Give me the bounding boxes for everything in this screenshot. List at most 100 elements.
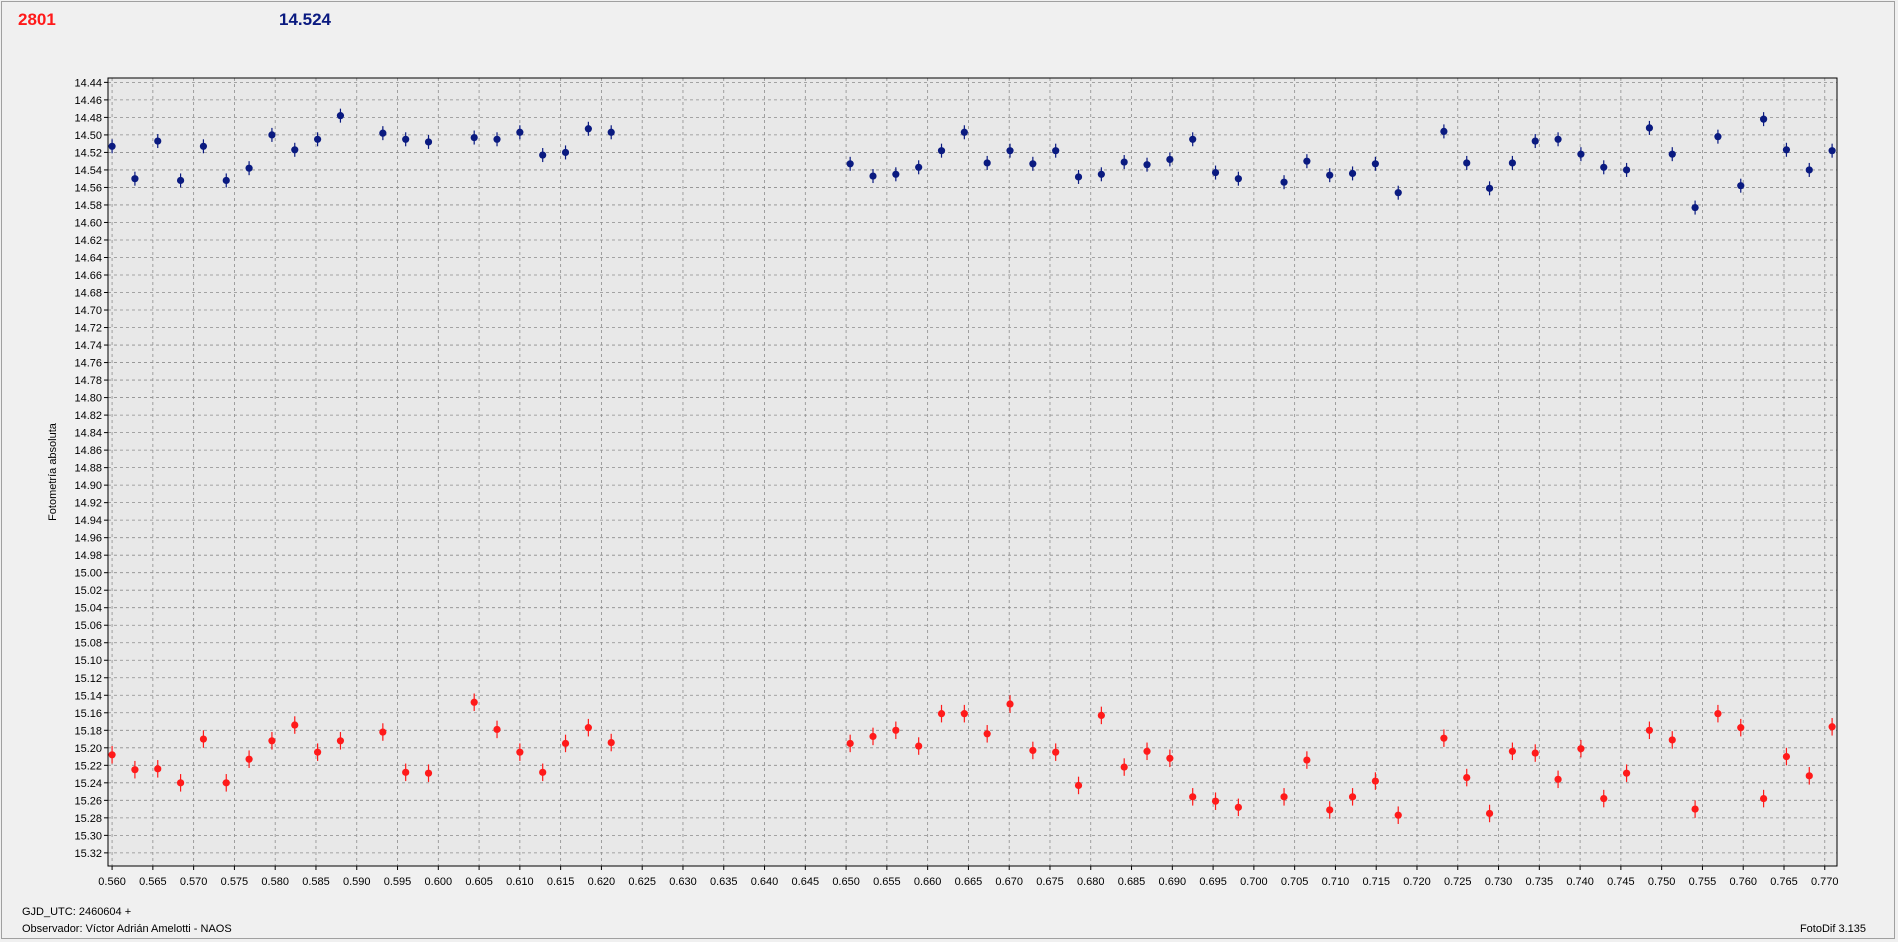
data-point (424, 769, 433, 777)
data-point (1600, 163, 1608, 171)
data-point (1097, 711, 1105, 720)
data-point (1737, 182, 1745, 190)
data-point (1006, 147, 1014, 155)
data-point (493, 135, 501, 143)
data-point (493, 725, 501, 734)
data-point (1440, 734, 1448, 742)
version-label: FotoDif 3.135 (1799, 923, 1866, 935)
x-tick-label: 0.740 (1566, 876, 1594, 888)
y-tick-label: 14.98 (74, 550, 102, 562)
data-point (1782, 752, 1791, 761)
data-point (1668, 736, 1676, 744)
data-point (1280, 793, 1288, 801)
data-point (108, 751, 116, 759)
data-point (1348, 169, 1357, 178)
data-point (1485, 184, 1494, 192)
data-point (1714, 710, 1722, 718)
data-point (176, 779, 185, 787)
y-tick-label: 15.00 (74, 568, 102, 580)
y-tick-label: 14.66 (74, 270, 102, 282)
x-tick-label: 0.770 (1811, 876, 1839, 888)
data-point (1303, 756, 1311, 764)
y-tick-label: 14.72 (74, 323, 102, 335)
x-tick-label: 0.690 (1159, 876, 1187, 888)
data-point (1508, 747, 1517, 755)
x-tick-label: 0.765 (1770, 876, 1798, 888)
data-point (222, 176, 230, 185)
data-point (1120, 158, 1128, 166)
data-point (516, 128, 524, 136)
data-point (1554, 775, 1562, 783)
data-point (607, 738, 615, 747)
y-tick-label: 14.52 (74, 147, 102, 159)
y-tick-label: 14.92 (74, 498, 102, 510)
y-tick-label: 14.48 (74, 112, 102, 124)
data-point (314, 748, 322, 756)
data-point (379, 728, 387, 736)
x-tick-label: 0.580 (261, 876, 289, 888)
x-tick-label: 0.720 (1403, 876, 1431, 888)
y-tick-label: 15.02 (74, 585, 102, 597)
x-tick-label: 0.585 (302, 876, 330, 888)
y-tick-label: 15.16 (74, 708, 102, 720)
data-point (108, 142, 116, 150)
data-point (1622, 166, 1631, 174)
x-tick-label: 0.595 (384, 876, 412, 888)
x-tick-label: 0.745 (1607, 876, 1635, 888)
data-point (584, 724, 592, 732)
gjd-label: GJD_UTC: 2460604 + (22, 906, 132, 918)
data-point (1782, 146, 1791, 154)
data-point (539, 768, 547, 776)
x-tick-label: 0.640 (751, 876, 779, 888)
y-tick-label: 14.50 (74, 130, 102, 142)
data-point (1394, 189, 1402, 197)
x-tick-label: 0.685 (1118, 876, 1146, 888)
x-tick-label: 0.700 (1240, 876, 1268, 888)
data-point (1691, 805, 1699, 813)
y-tick-label: 15.22 (74, 760, 102, 772)
data-point (960, 710, 968, 718)
data-point (869, 732, 877, 741)
data-point (1805, 772, 1813, 780)
data-point (1189, 135, 1197, 143)
data-point (915, 742, 923, 750)
x-tick-label: 0.710 (1322, 876, 1350, 888)
data-point (1508, 159, 1517, 167)
x-tick-label: 0.600 (425, 876, 453, 888)
y-tick-label: 14.70 (74, 305, 102, 317)
y-tick-label: 14.96 (74, 533, 102, 545)
data-point (1577, 150, 1585, 158)
data-point (1371, 160, 1379, 168)
x-tick-label: 0.755 (1689, 876, 1717, 888)
y-tick-label: 15.28 (74, 813, 102, 825)
data-point (336, 112, 345, 120)
y-tick-label: 14.46 (74, 95, 102, 107)
data-point (176, 176, 185, 185)
x-tick-label: 0.695 (1199, 876, 1227, 888)
x-tick-label: 0.645 (792, 876, 820, 888)
x-tick-label: 0.760 (1729, 876, 1757, 888)
y-tick-label: 15.06 (74, 620, 102, 632)
data-point (561, 739, 570, 748)
x-tick-label: 0.620 (588, 876, 616, 888)
data-point (1554, 135, 1562, 143)
data-point (336, 737, 345, 745)
y-tick-label: 15.12 (74, 673, 102, 685)
data-point (1326, 806, 1334, 814)
data-point (1348, 793, 1357, 801)
y-tick-label: 14.74 (74, 340, 102, 352)
data-point (1645, 726, 1654, 734)
y-tick-label: 15.30 (74, 830, 102, 842)
data-point (199, 735, 208, 743)
data-point (892, 170, 900, 178)
data-point (516, 748, 524, 756)
data-point (1166, 754, 1174, 762)
data-point (1143, 747, 1151, 755)
x-tick-label: 0.565 (139, 876, 167, 888)
data-point (1074, 781, 1083, 790)
data-point (846, 739, 854, 748)
data-point (1074, 173, 1083, 181)
data-point (1029, 746, 1037, 755)
x-tick-label: 0.575 (221, 876, 249, 888)
data-point (1577, 745, 1585, 753)
